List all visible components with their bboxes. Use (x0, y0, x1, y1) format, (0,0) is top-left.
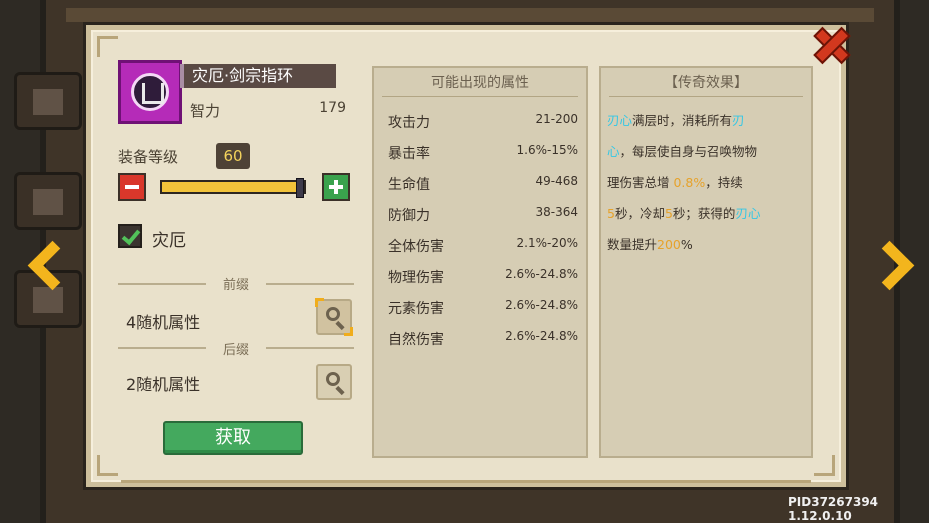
property-name: 攻击力 (388, 115, 430, 131)
keyword-blade-heart: 刃心 (735, 206, 761, 221)
panel-corner (814, 455, 835, 476)
increase-level-button[interactable] (322, 173, 350, 201)
level-slider[interactable] (160, 178, 306, 198)
property-value: 1.6%-15% (516, 143, 579, 157)
property-value: 21-200 (535, 112, 578, 126)
magnifier-icon (326, 307, 340, 321)
property-name: 全体伤害 (388, 239, 444, 255)
main-stat-value: 179 (319, 100, 346, 116)
property-row: 攻击力 21-200 (388, 112, 578, 134)
property-value: 2.6%-24.8% (505, 298, 578, 312)
properties-title: 可能出现的属性 (431, 75, 529, 91)
properties-separator (382, 96, 578, 97)
property-row: 自然伤害 2.6%-24.8% (388, 329, 578, 351)
property-value: 49-468 (535, 174, 578, 188)
property-row: 生命值 49-468 (388, 174, 578, 196)
legendary-number: 5 (607, 206, 615, 221)
armor-icon (33, 189, 63, 215)
keyword-blade-heart: 心 (607, 144, 620, 159)
prefix-attributes: 4随机属性 (126, 313, 201, 332)
magnifier-icon (326, 372, 340, 386)
property-name: 自然伤害 (388, 332, 444, 348)
suffix-attributes: 2随机属性 (126, 375, 201, 394)
build-id-label: PID37267394 1.12.0.10 (788, 495, 879, 523)
legendary-text: % (680, 237, 693, 252)
get-button[interactable]: 获取 (163, 421, 303, 455)
prefix-divider-label: 前缀 (206, 274, 266, 293)
legendary-number: 200 (657, 237, 681, 252)
legendary-title: 【传奇效果】 (664, 75, 748, 91)
property-row: 暴击率 1.6%-15% (388, 143, 578, 165)
legendary-line-5: 数量提升200% (607, 234, 693, 253)
legendary-text: 数量提升 (607, 237, 658, 252)
property-name: 暴击率 (388, 146, 430, 162)
legendary-line-2: 心，每层使自身与召唤物物 (607, 141, 757, 160)
suffix-divider-label: 后缀 (206, 339, 266, 358)
property-name: 生命值 (388, 177, 430, 193)
legendary-line-4: 5秒，冷却5秒；获得的刃心 (607, 203, 760, 222)
panel-ornament (121, 480, 811, 491)
next-arrow-button[interactable] (864, 240, 915, 298)
gem-icon (131, 73, 169, 111)
legendary-text: ，持续 (705, 175, 743, 190)
checkmark-icon (121, 225, 141, 246)
equipment-level-label: 装备等级 (118, 148, 179, 166)
legendary-number: 0.8% (673, 175, 706, 190)
curse-checkbox[interactable] (118, 224, 142, 248)
prefix-inspect-button[interactable] (315, 298, 353, 336)
legendary-line-3: 理伤害总增 0.8%，持续 (607, 172, 743, 191)
legendary-text: 满层时，消耗所有 (632, 113, 733, 128)
chevron-right-icon (864, 240, 915, 291)
property-row: 防御力 38-364 (388, 205, 578, 227)
sword-icon (33, 89, 63, 115)
close-button[interactable] (810, 24, 851, 65)
side-tab-weapon[interactable] (14, 72, 82, 130)
legendary-text: ，每层使自身与召唤物物 (619, 144, 758, 159)
legendary-text: 理伤害总增 (607, 175, 674, 190)
previous-arrow-button[interactable] (27, 240, 78, 298)
panel-corner (97, 36, 118, 57)
property-value: 2.6%-24.8% (505, 267, 578, 281)
legendary-number: 5 (664, 206, 673, 221)
panel-corner (97, 455, 118, 476)
legendary-separator (609, 96, 803, 97)
ring-item-icon (118, 60, 182, 124)
property-name: 物理伤害 (388, 270, 444, 286)
property-value: 2.1%-20% (516, 236, 579, 250)
level-slider-handle[interactable] (296, 178, 304, 198)
property-row: 元素伤害 2.6%-24.8% (388, 298, 578, 320)
side-tab-armor[interactable] (14, 172, 82, 230)
decrease-level-button[interactable] (118, 173, 146, 201)
main-stat-label: 智力 (190, 102, 221, 120)
item-name-banner: 灾厄·剑宗指环 (180, 64, 336, 88)
possible-properties-panel: 可能出现的属性 攻击力 21-200 暴击率 1.6%-15% 生命值 49-468 … (372, 66, 588, 458)
property-name: 元素伤害 (388, 301, 444, 317)
legendary-effect-panel: 【传奇效果】 刃心满层时，消耗所有刃 心，每层使自身与召唤物物 理伤害总增 0.… (599, 66, 813, 458)
magnifier-handle (335, 320, 345, 331)
keyword-blade-heart: 刃心 (607, 113, 633, 128)
magnifier-handle (335, 385, 345, 396)
property-row: 物理伤害 2.6%-24.8% (388, 267, 578, 289)
level-slider-fill (162, 182, 304, 192)
curse-checkbox-label: 灾厄 (152, 231, 186, 251)
legendary-text: 秒，冷却 (614, 206, 665, 221)
property-name: 防御力 (388, 208, 430, 224)
equipment-level-value: 60 (216, 143, 250, 169)
suffix-inspect-button[interactable] (316, 364, 352, 400)
property-value: 2.6%-24.8% (505, 329, 578, 343)
property-row: 全体伤害 2.1%-20% (388, 236, 578, 258)
keyword-blade-heart: 刃 (732, 113, 745, 128)
legendary-text: 秒；获得的 (672, 206, 736, 221)
property-value: 38-364 (535, 205, 578, 219)
legendary-line-1: 刃心满层时，消耗所有刃 (607, 110, 745, 129)
